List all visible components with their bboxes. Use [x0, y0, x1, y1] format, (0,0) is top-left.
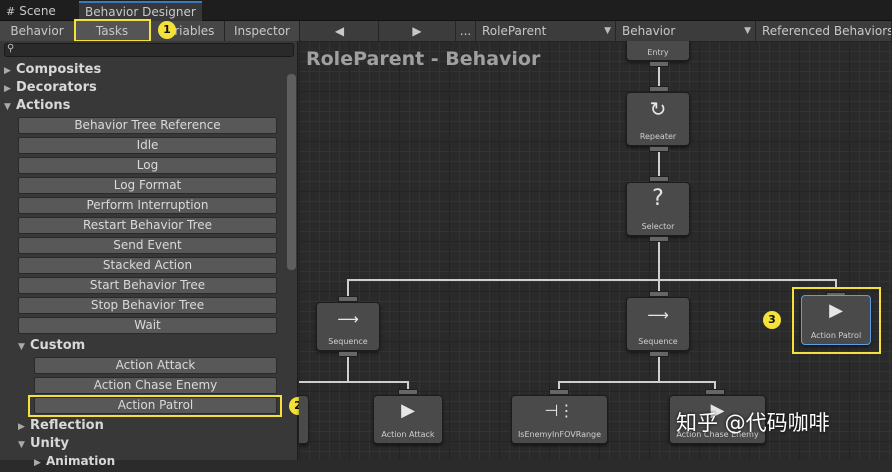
panel-scrollbar[interactable] [287, 74, 296, 270]
behavior-dropdown[interactable]: Behavior ▼ [616, 21, 756, 41]
node-port [649, 61, 669, 67]
node-is-enemy-label: IsEnemyInFOVRange [517, 430, 602, 439]
collapse-arrow-icon: ▼ [4, 102, 11, 112]
category-composites[interactable]: ▶ Composites [4, 61, 101, 79]
action-patrol-node-highlight [792, 287, 881, 354]
task-restart-behavior-tree[interactable]: Restart Behavior Tree [18, 217, 277, 234]
tasks-tab-highlight [74, 19, 151, 42]
object-dropdown-label: RoleParent [482, 24, 547, 38]
category-label: Reflection [30, 418, 104, 433]
behavior-designer-tab[interactable]: Behavior Designer [79, 1, 202, 21]
node-port [338, 351, 358, 357]
collapse-arrow-icon: ▼ [18, 342, 25, 352]
object-dropdown[interactable]: RoleParent ▼ [476, 21, 616, 41]
behavior-dropdown-label: Behavior [622, 24, 676, 38]
category-reflection[interactable]: ▶ Reflection [18, 417, 104, 435]
annotation-badge-1: 1 [158, 21, 176, 39]
sequence-arrow-icon: ⟶ [647, 306, 669, 324]
task-action-attack[interactable]: Action Attack [34, 357, 277, 374]
referenced-behaviors-dropdown[interactable]: Referenced Behaviors [756, 21, 892, 41]
node-port [649, 146, 669, 152]
node-port [649, 351, 669, 357]
more-button[interactable]: ... [456, 21, 476, 41]
expand-arrow-icon: ▶ [4, 84, 11, 94]
watermark: 知乎 @代码咖啡 [676, 411, 830, 435]
repeat-icon: ↻ [649, 97, 667, 121]
connection-wire [658, 357, 660, 381]
node-is-enemy-in-fov-range[interactable]: ⊣⋮ IsEnemyInFOVRange [511, 395, 608, 444]
node-selector[interactable]: ? Selector [626, 182, 690, 236]
category-label: Unity [30, 436, 69, 451]
category-custom[interactable]: ▼ Custom [18, 337, 85, 355]
annotation-badge-3: 3 [763, 311, 781, 329]
connection-wire [558, 381, 716, 383]
task-action-chase-enemy[interactable]: Action Chase Enemy [34, 377, 277, 394]
collapse-arrow-icon: ▼ [18, 440, 25, 450]
scene-tab[interactable]: # Scene [0, 1, 68, 21]
task-log-format[interactable]: Log Format [18, 177, 277, 194]
category-decorators[interactable]: ▶ Decorators [4, 79, 97, 97]
connection-wire [347, 279, 837, 281]
task-send-event[interactable]: Send Event [18, 237, 277, 254]
category-unity[interactable]: ▼ Unity [18, 435, 69, 453]
node-action-attack[interactable]: ▶ Action Attack [373, 395, 443, 444]
node-sequence-mid[interactable]: ⟶ Sequence [626, 297, 690, 351]
connection-wire [347, 357, 349, 381]
expand-arrow-icon: ▶ [18, 422, 25, 432]
dropdown-arrow-icon: ▼ [744, 26, 751, 36]
connection-wire [299, 381, 409, 383]
node-port [649, 236, 669, 242]
node-sequence-label: Sequence [638, 337, 678, 346]
node-entry-label: Entry [647, 48, 669, 57]
sequence-arrow-icon: ⟶ [337, 310, 359, 328]
node-partial[interactable] [299, 395, 309, 444]
node-repeater-label: Repeater [639, 132, 677, 141]
grid-icon: # [6, 5, 16, 18]
expand-arrow-icon: ▶ [4, 66, 11, 76]
category-animation[interactable]: ▶ Animation [34, 452, 115, 470]
scene-tab-label: Scene [19, 4, 56, 18]
referenced-behaviors-label: Referenced Behaviors [762, 24, 892, 38]
node-sequence-left[interactable]: ⟶ Sequence [316, 302, 380, 351]
tab-behavior[interactable]: Behavior [0, 21, 75, 41]
action-patrol-highlight [28, 395, 282, 417]
search-input[interactable] [4, 43, 294, 57]
task-perform-interruption[interactable]: Perform Interruption [18, 197, 277, 214]
search-icon: ⚲ [7, 43, 15, 54]
task-stacked-action[interactable]: Stacked Action [18, 257, 277, 274]
next-button[interactable]: ▶ [379, 21, 456, 41]
tab-inspector[interactable]: Inspector [225, 21, 300, 41]
category-label: Actions [16, 98, 71, 113]
category-actions[interactable]: ▼ Actions [4, 97, 70, 115]
task-idle[interactable]: Idle [18, 137, 277, 154]
play-icon: ▶ [401, 400, 415, 421]
behavior-designer-tab-label: Behavior Designer [85, 5, 196, 19]
node-selector-label: Selector [641, 222, 675, 231]
question-icon: ? [652, 186, 664, 211]
task-behavior-tree-reference[interactable]: Behavior Tree Reference [18, 117, 277, 134]
category-label: Animation [46, 454, 116, 468]
expand-arrow-icon: ▶ [34, 458, 41, 468]
node-repeater[interactable]: ↻ Repeater [626, 92, 690, 146]
conditional-icon: ⊣⋮ [544, 401, 575, 420]
category-label: Decorators [16, 80, 97, 95]
task-start-behavior-tree[interactable]: Start Behavior Tree [18, 277, 277, 294]
dropdown-arrow-icon: ▼ [604, 26, 611, 36]
connection-wire [658, 242, 660, 280]
task-stop-behavior-tree[interactable]: Stop Behavior Tree [18, 297, 277, 314]
task-wait[interactable]: Wait [18, 317, 277, 334]
node-action-attack-label: Action Attack [381, 430, 435, 439]
task-log[interactable]: Log [18, 157, 277, 174]
graph-title: RoleParent - Behavior [306, 48, 541, 70]
prev-button[interactable]: ◀ [301, 21, 379, 41]
node-entry[interactable]: Entry [626, 41, 690, 61]
node-sequence-label: Sequence [328, 337, 368, 346]
category-label: Custom [30, 338, 86, 353]
category-label: Composites [16, 62, 102, 77]
